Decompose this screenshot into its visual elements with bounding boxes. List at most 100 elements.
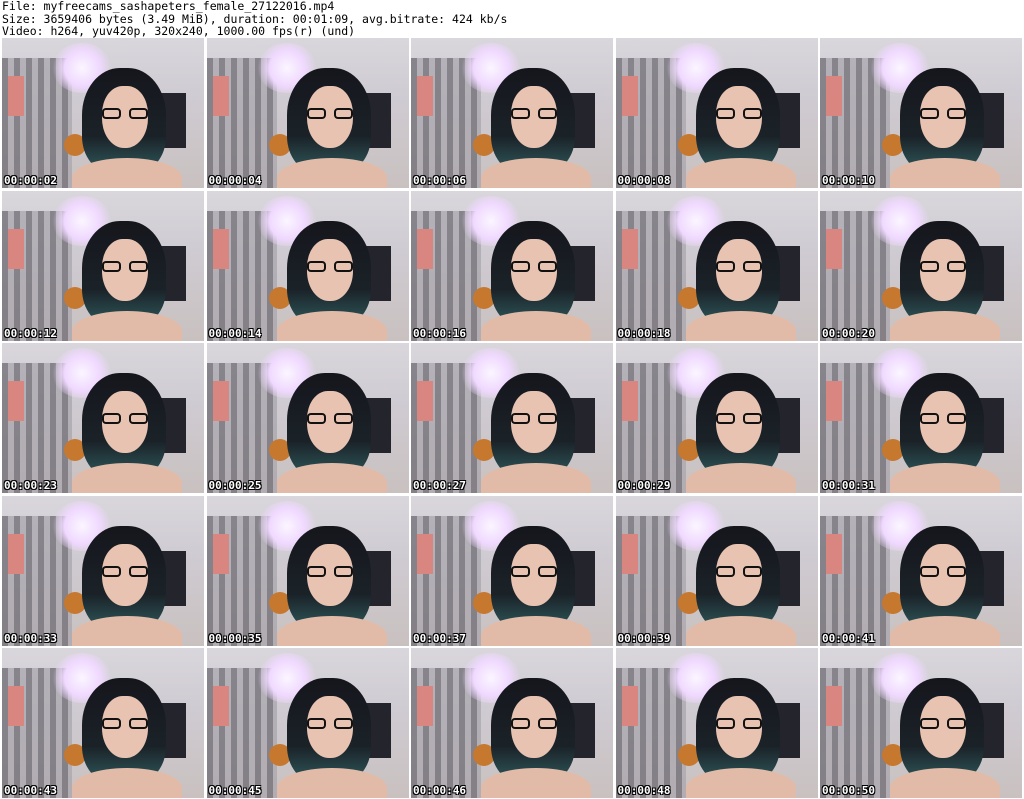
thumbnail-shoulders [481, 615, 591, 646]
thumbnail-timestamp: 00:00:06 [413, 174, 466, 187]
thumbnail-glasses [511, 718, 557, 730]
thumbnail-poster [621, 686, 638, 726]
video-thumbnail: 00:00:41 [820, 495, 1022, 646]
thumbnail-glasses [102, 565, 148, 578]
thumbnail-shoulders [890, 463, 1000, 493]
thumbnail-timestamp: 00:00:45 [208, 784, 262, 797]
thumbnail-shoulders [276, 310, 387, 341]
thumbnail-shoulders [890, 310, 1000, 341]
thumbnail-timestamp: 00:00:10 [822, 174, 875, 187]
thumbnail-glasses [920, 413, 966, 425]
thumbnail-timestamp: 00:00:39 [617, 631, 671, 645]
thumbnail-shoulders [890, 615, 1000, 646]
thumbnail-glasses [920, 718, 966, 730]
thumbnail-timestamp: 00:00:43 [4, 784, 57, 797]
thumbnail-grid: 00:00:02 00:00:04 00:00:06 00:00:08 00:00:10… [2, 38, 1022, 799]
video-thumbnail: 00:00:02 [2, 38, 204, 188]
thumbnail-glasses [102, 718, 148, 730]
thumbnail-timestamp: 00:00:41 [822, 631, 875, 645]
thumbnail-poster [212, 381, 229, 421]
thumbnail-glasses [920, 260, 966, 273]
thumbnail-timestamp: 00:00:48 [617, 784, 671, 797]
video-info-line: Video: h264, yuv420p, 320x240, 1000.00 f… [2, 24, 356, 38]
thumbnail-glasses [306, 108, 353, 120]
thumbnail-timestamp: 00:00:02 [4, 174, 57, 187]
thumbnail-timestamp: 00:00:18 [617, 326, 671, 340]
thumbnail-shoulders [890, 768, 1000, 798]
thumbnail-poster [621, 76, 638, 116]
thumbnail-timestamp: 00:00:14 [208, 326, 262, 340]
video-thumbnail: 00:00:37 [411, 495, 613, 646]
thumbnail-timestamp: 00:00:29 [617, 479, 671, 492]
thumbnail-shoulders [72, 310, 182, 341]
thumbnail-glasses [715, 718, 762, 730]
thumbnail-shoulders [276, 463, 387, 493]
thumbnail-timestamp: 00:00:46 [413, 784, 466, 797]
thumbnail-poster [8, 686, 24, 726]
thumbnail-shoulders [685, 615, 796, 646]
thumbnail-timestamp: 00:00:08 [617, 174, 671, 187]
thumbnail-timestamp: 00:00:20 [822, 326, 875, 340]
thumbnail-poster [417, 76, 433, 116]
thumbnail-shoulders [276, 615, 387, 646]
thumbnail-poster [621, 533, 638, 574]
thumbnail-poster [826, 533, 842, 574]
video-thumbnail: 00:00:08 [615, 38, 818, 188]
video-thumbnail: 00:00:23 [2, 343, 204, 493]
thumbnail-poster [621, 228, 638, 269]
thumbnail-glasses [715, 260, 762, 273]
thumbnail-timestamp: 00:00:16 [413, 326, 466, 340]
thumbnail-shoulders [276, 768, 387, 798]
thumbnail-shoulders [481, 158, 591, 188]
thumbnail-glasses [306, 565, 353, 578]
thumbnail-timestamp: 00:00:37 [413, 631, 466, 645]
video-thumbnail: 00:00:31 [820, 343, 1022, 493]
video-thumbnail: 00:00:20 [820, 190, 1022, 341]
video-thumbnail: 00:00:33 [2, 495, 204, 646]
thumbnail-poster [212, 533, 229, 574]
thumbnail-timestamp: 00:00:27 [413, 479, 466, 492]
video-thumbnail: 00:00:25 [206, 343, 409, 493]
thumbnail-poster [212, 76, 229, 116]
video-thumbnail: 00:00:12 [2, 190, 204, 341]
thumbnail-poster [8, 533, 24, 574]
thumbnail-glasses [920, 108, 966, 120]
thumbnail-poster [621, 381, 638, 421]
thumbnail-glasses [102, 413, 148, 425]
thumbnail-shoulders [685, 158, 796, 188]
thumbnail-glasses [920, 565, 966, 578]
thumbnail-glasses [102, 108, 148, 120]
thumbnail-timestamp: 00:00:25 [208, 479, 262, 492]
thumbnail-timestamp: 00:00:04 [208, 174, 262, 187]
video-thumbnail: 00:00:46 [411, 648, 613, 798]
video-thumbnail: 00:00:29 [615, 343, 818, 493]
thumbnail-shoulders [685, 310, 796, 341]
thumbnail-shoulders [72, 615, 182, 646]
thumbnail-timestamp: 00:00:50 [822, 784, 875, 797]
thumbnail-shoulders [481, 310, 591, 341]
video-thumbnail: 00:00:06 [411, 38, 613, 188]
video-thumbnail: 00:00:14 [206, 190, 409, 341]
video-thumbnail: 00:00:48 [615, 648, 818, 798]
video-thumbnail: 00:00:39 [615, 495, 818, 646]
thumbnail-poster [826, 381, 842, 421]
thumbnail-glasses [511, 108, 557, 120]
thumbnail-shoulders [890, 158, 1000, 188]
thumbnail-shoulders [685, 463, 796, 493]
video-thumbnail: 00:00:10 [820, 38, 1022, 188]
thumbnail-glasses [102, 260, 148, 273]
thumbnail-glasses [715, 565, 762, 578]
file-info-header: File: myfreecams_sashapeters_female_2712… [0, 0, 1024, 38]
thumbnail-glasses [511, 260, 557, 273]
thumbnail-timestamp: 00:00:31 [822, 479, 875, 492]
thumbnail-poster [8, 228, 24, 269]
thumbnail-glasses [511, 413, 557, 425]
thumbnail-timestamp: 00:00:33 [4, 631, 57, 645]
video-thumbnail: 00:00:18 [615, 190, 818, 341]
video-thumbnail: 00:00:27 [411, 343, 613, 493]
video-thumbnail: 00:00:16 [411, 190, 613, 341]
thumbnail-glasses [715, 413, 762, 425]
thumbnail-poster [826, 686, 842, 726]
thumbnail-shoulders [481, 463, 591, 493]
thumbnail-poster [417, 533, 433, 574]
